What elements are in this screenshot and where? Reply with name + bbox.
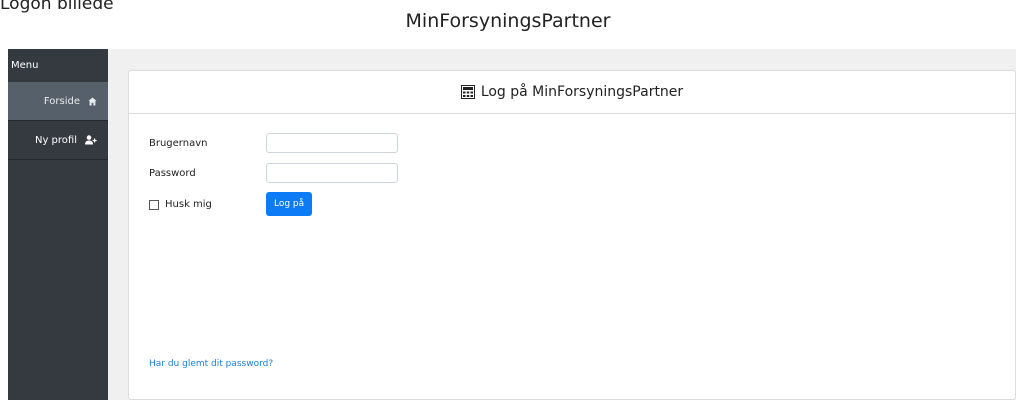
remember-me-checkbox[interactable]: [149, 199, 159, 210]
username-label: Brugernavn: [149, 138, 208, 149]
app-title: MinForsyningsPartner: [405, 10, 611, 32]
sidebar-heading: Menu: [11, 60, 39, 71]
sidebar-item-ny-profil[interactable]: Ny profil: [8, 121, 108, 160]
password-label: Password: [149, 168, 196, 179]
remember-me-option[interactable]: Husk mig: [149, 199, 212, 210]
calculator-icon: [460, 85, 475, 99]
remember-me-label: Husk mig: [165, 199, 212, 210]
forgot-password-link[interactable]: Har du glemt dit password?: [149, 359, 273, 369]
sidebar-item-label: Ny profil: [34, 134, 77, 146]
sidebar: Menu Forside Ny profil: [8, 49, 108, 400]
login-button[interactable]: Log på: [266, 192, 313, 216]
sidebar-item-label: Forside: [43, 95, 80, 107]
sidebar-item-forside[interactable]: Forside: [8, 82, 108, 121]
login-card: Log på MinForsyningsPartner Brugernavn P…: [128, 70, 1016, 400]
add-user-icon: [85, 135, 97, 145]
password-input[interactable]: [266, 163, 398, 183]
home-icon: [88, 96, 97, 106]
username-input[interactable]: [266, 133, 398, 153]
login-card-header: Log på MinForsyningsPartner: [129, 71, 1015, 114]
login-card-title: Log på MinForsyningsPartner: [480, 84, 684, 100]
